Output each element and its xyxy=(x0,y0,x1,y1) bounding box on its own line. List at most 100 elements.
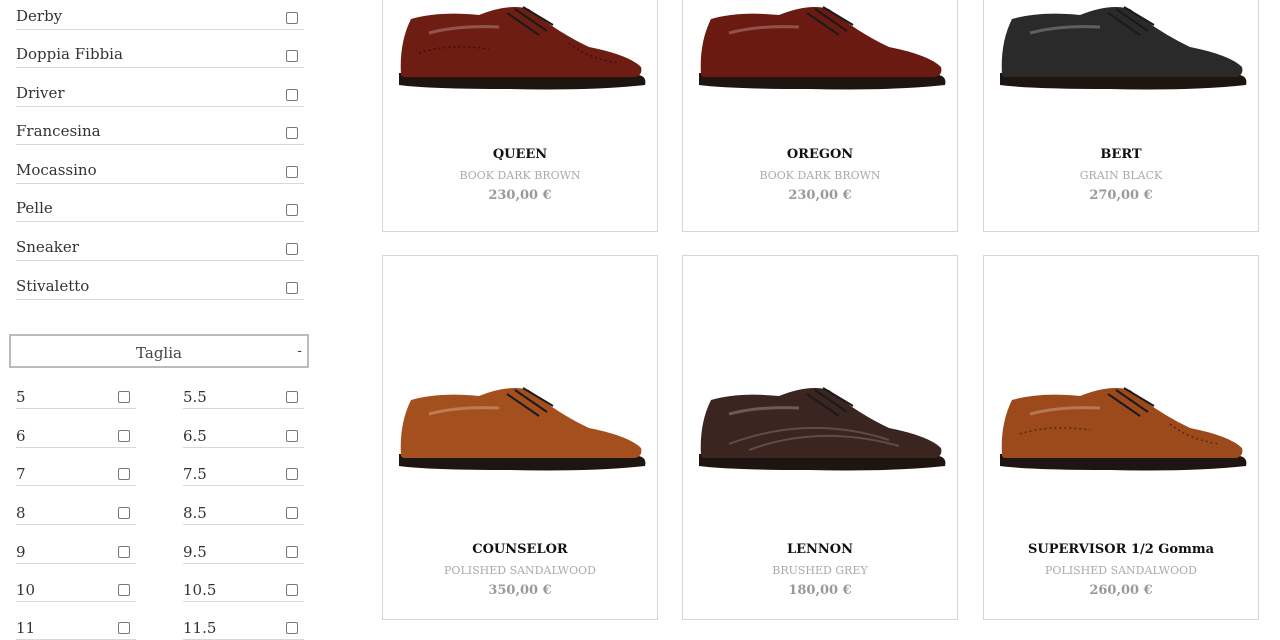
filter-sidebar: Derby Doppia Fibbia Driver Francesina Mo… xyxy=(0,0,320,640)
size-filter-title: Taglia xyxy=(136,344,182,362)
size-checkbox[interactable] xyxy=(286,468,298,480)
size-label: 11 xyxy=(16,619,36,637)
size-option[interactable]: 10 xyxy=(16,574,136,602)
size-option[interactable]: 5 xyxy=(16,381,136,409)
size-option[interactable]: 10.5 xyxy=(183,574,304,602)
product-card[interactable]: QUEEN BOOK DARK BROWN 230,00 € xyxy=(382,0,658,232)
filter-option-mocassino[interactable]: Mocassino xyxy=(16,156,304,184)
product-image[interactable] xyxy=(990,374,1254,494)
size-option[interactable]: 9.5 xyxy=(183,536,304,564)
filter-option-label: Stivaletto xyxy=(16,277,90,295)
size-option[interactable]: 8 xyxy=(16,497,136,525)
filter-option-label: Francesina xyxy=(16,122,101,140)
product-card[interactable]: LENNON BRUSHED GREY 180,00 € xyxy=(682,255,958,620)
product-name[interactable]: COUNSELOR xyxy=(383,542,657,557)
size-checkbox[interactable] xyxy=(286,546,298,558)
product-image[interactable] xyxy=(689,0,953,113)
shoe-upper xyxy=(700,7,942,77)
size-label: 11.5 xyxy=(183,619,217,637)
filter-option-derby[interactable]: Derby xyxy=(16,2,304,30)
product-variant: POLISHED SANDALWOOD xyxy=(444,564,596,577)
product-price: 350,00 € xyxy=(488,583,552,598)
filter-checkbox[interactable] xyxy=(286,243,298,255)
product-card[interactable]: OREGON BOOK DARK BROWN 230,00 € xyxy=(682,0,958,232)
product-image[interactable] xyxy=(689,374,953,494)
product-price: 270,00 € xyxy=(1089,188,1153,203)
filter-option-driver[interactable]: Driver xyxy=(16,79,304,107)
filter-option-label: Driver xyxy=(16,84,65,102)
product-name[interactable]: LENNON xyxy=(683,542,957,557)
size-label: 10 xyxy=(16,581,36,599)
shoe-upper xyxy=(400,7,642,77)
product-image[interactable] xyxy=(990,0,1254,113)
size-option[interactable]: 5.5 xyxy=(183,381,304,409)
filter-option-label: Derby xyxy=(16,7,63,25)
size-checkbox[interactable] xyxy=(118,546,130,558)
size-option[interactable]: 11.5 xyxy=(183,612,304,640)
size-label: 7.5 xyxy=(183,465,207,483)
size-option[interactable]: 7.5 xyxy=(183,458,304,486)
shoe-upper xyxy=(1001,7,1243,77)
filter-option-pelle[interactable]: Pelle xyxy=(16,194,304,222)
filter-option-label: Mocassino xyxy=(16,161,97,179)
filter-option-label: Sneaker xyxy=(16,238,79,256)
size-label: 6 xyxy=(16,427,26,445)
product-card[interactable]: SUPERVISOR 1/2 Gomma POLISHED SANDALWOOD… xyxy=(983,255,1259,620)
size-option[interactable]: 6 xyxy=(16,420,136,448)
size-option[interactable]: 6.5 xyxy=(183,420,304,448)
product-name[interactable]: QUEEN xyxy=(383,147,657,162)
filter-option-label: Doppia Fibbia xyxy=(16,45,123,63)
product-image[interactable] xyxy=(389,374,653,494)
product-name[interactable]: BERT xyxy=(984,147,1258,162)
size-checkbox[interactable] xyxy=(286,584,298,596)
product-variant: BRUSHED GREY xyxy=(772,564,868,577)
size-option[interactable]: 11 xyxy=(16,612,136,640)
size-checkbox[interactable] xyxy=(286,507,298,519)
product-name[interactable]: SUPERVISOR 1/2 Gomma xyxy=(984,542,1258,557)
shoe-upper xyxy=(700,388,942,458)
size-checkbox[interactable] xyxy=(286,391,298,403)
filter-checkbox[interactable] xyxy=(286,89,298,101)
size-checkbox[interactable] xyxy=(118,507,130,519)
size-checkbox[interactable] xyxy=(118,468,130,480)
size-checkbox[interactable] xyxy=(118,622,130,634)
size-option[interactable]: 9 xyxy=(16,536,136,564)
size-label: 5.5 xyxy=(183,388,207,406)
size-label: 7 xyxy=(16,465,26,483)
product-name[interactable]: OREGON xyxy=(683,147,957,162)
product-variant: BOOK DARK BROWN xyxy=(759,169,881,182)
filter-checkbox[interactable] xyxy=(286,166,298,178)
product-price: 260,00 € xyxy=(1089,583,1153,598)
size-checkbox[interactable] xyxy=(118,584,130,596)
filter-checkbox[interactable] xyxy=(286,204,298,216)
size-label: 8 xyxy=(16,504,26,522)
filter-option-doppia-fibbia[interactable]: Doppia Fibbia xyxy=(16,40,304,68)
filter-checkbox[interactable] xyxy=(286,127,298,139)
filter-option-label: Pelle xyxy=(16,199,53,217)
size-checkbox[interactable] xyxy=(286,430,298,442)
filter-checkbox[interactable] xyxy=(286,12,298,24)
product-price: 230,00 € xyxy=(488,188,552,203)
size-label: 9 xyxy=(16,543,26,561)
filter-checkbox[interactable] xyxy=(286,50,298,62)
product-card[interactable]: COUNSELOR POLISHED SANDALWOOD 350,00 € xyxy=(382,255,658,620)
filter-option-sneaker[interactable]: Sneaker xyxy=(16,233,304,261)
product-price: 180,00 € xyxy=(788,583,852,598)
size-filter-header[interactable]: Taglia - xyxy=(9,334,309,368)
size-option[interactable]: 7 xyxy=(16,458,136,486)
product-variant: BOOK DARK BROWN xyxy=(459,169,581,182)
size-option[interactable]: 8.5 xyxy=(183,497,304,525)
shoe-upper xyxy=(1001,388,1243,458)
filter-checkbox[interactable] xyxy=(286,282,298,294)
collapse-toggle[interactable]: - xyxy=(297,344,302,359)
product-card[interactable]: BERT GRAIN BLACK 270,00 € xyxy=(983,0,1259,232)
filter-option-francesina[interactable]: Francesina xyxy=(16,117,304,145)
product-variant: POLISHED SANDALWOOD xyxy=(1045,564,1197,577)
size-label: 5 xyxy=(16,388,26,406)
size-label: 9.5 xyxy=(183,543,207,561)
product-image[interactable] xyxy=(389,0,653,113)
size-checkbox[interactable] xyxy=(286,622,298,634)
size-checkbox[interactable] xyxy=(118,430,130,442)
size-checkbox[interactable] xyxy=(118,391,130,403)
filter-option-stivaletto[interactable]: Stivaletto xyxy=(16,272,304,300)
